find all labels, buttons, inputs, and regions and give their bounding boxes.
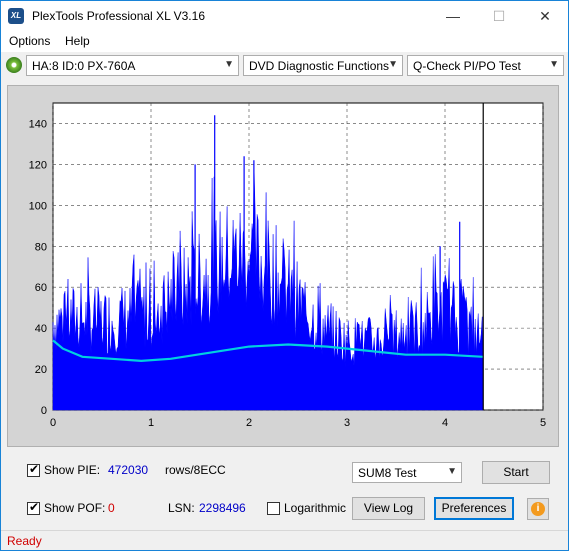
x-tick-label: 3 <box>344 417 350 429</box>
chevron-down-icon: ▼ <box>388 59 398 70</box>
sum-test-select[interactable]: SUM8 Test ▼ <box>352 462 462 483</box>
info-icon: i <box>531 502 545 516</box>
test-select[interactable]: Q-Check PI/PO Test ▼ <box>407 55 564 76</box>
sum-test-select-value: SUM8 Test <box>358 466 417 480</box>
app-icon: XL <box>8 8 24 24</box>
chevron-down-icon: ▼ <box>224 59 234 70</box>
show-pof-checkbox[interactable]: ✔ <box>27 500 40 515</box>
menu-options[interactable]: Options <box>9 34 50 48</box>
x-tick-label: 1 <box>148 417 154 429</box>
x-tick-label: 2 <box>246 417 252 429</box>
pi-po-chart: 0 20 40 60 80 100 120 140 0 1 2 3 4 5 <box>29 102 546 429</box>
title-bar: XL PlexTools Professional XL V3.16 — ☐ ✕ <box>1 1 568 31</box>
view-log-button[interactable]: View Log <box>352 497 425 520</box>
status-text: Ready <box>7 534 42 548</box>
function-select[interactable]: DVD Diagnostic Functions ▼ <box>243 55 403 76</box>
chevron-down-icon: ▼ <box>549 59 559 70</box>
menu-help[interactable]: Help <box>65 34 90 48</box>
window-title: PlexTools Professional XL V3.16 <box>32 9 205 23</box>
pie-value: 472030 <box>108 463 149 477</box>
start-button[interactable]: Start <box>482 461 550 484</box>
lsn-label: LSN: <box>168 501 195 515</box>
y-tick-label: 0 <box>41 405 47 417</box>
logarithmic-checkbox[interactable] <box>267 502 280 515</box>
y-tick-label: 40 <box>35 323 47 335</box>
x-tick-label: 4 <box>442 417 448 429</box>
show-pof-label: Show POF: <box>44 501 106 515</box>
y-tick-label: 60 <box>35 282 47 294</box>
y-tick-label: 140 <box>29 118 47 130</box>
show-pie-checkbox[interactable]: ✔ <box>27 462 40 477</box>
lsn-value: 2298496 <box>199 501 246 515</box>
chart-panel: 0 20 40 60 80 100 120 140 0 1 2 3 4 5 <box>7 85 559 447</box>
x-tick-label: 0 <box>50 417 56 429</box>
y-tick-label: 20 <box>35 364 47 376</box>
logarithmic-label: Logarithmic <box>284 501 347 515</box>
status-bar: Ready <box>1 530 568 550</box>
drive-select-value: HA:8 ID:0 PX-760A <box>32 59 136 73</box>
pof-value: 0 <box>108 501 115 515</box>
x-tick-label: 5 <box>540 417 546 429</box>
unit-label: rows/8ECC <box>165 463 226 477</box>
maximize-button[interactable]: ☐ <box>476 1 522 31</box>
function-select-value: DVD Diagnostic Functions <box>249 59 390 73</box>
app-window: XL PlexTools Professional XL V3.16 — ☐ ✕… <box>0 0 569 551</box>
y-tick-label: 120 <box>29 159 47 171</box>
drive-select[interactable]: HA:8 ID:0 PX-760A ▼ <box>26 55 239 76</box>
menu-bar: Options Help <box>1 31 568 52</box>
close-button[interactable]: ✕ <box>522 1 568 31</box>
info-button[interactable]: i <box>527 498 549 520</box>
toolbar: HA:8 ID:0 PX-760A ▼ DVD Diagnostic Funct… <box>1 52 568 80</box>
preferences-button[interactable]: Preferences <box>434 497 514 520</box>
y-tick-label: 80 <box>35 241 47 253</box>
minimize-button[interactable]: — <box>430 1 476 31</box>
show-pie-label: Show PIE: <box>44 463 101 477</box>
y-tick-label: 100 <box>29 200 47 212</box>
chevron-down-icon: ▼ <box>447 466 457 477</box>
test-select-value: Q-Check PI/PO Test <box>413 59 521 73</box>
